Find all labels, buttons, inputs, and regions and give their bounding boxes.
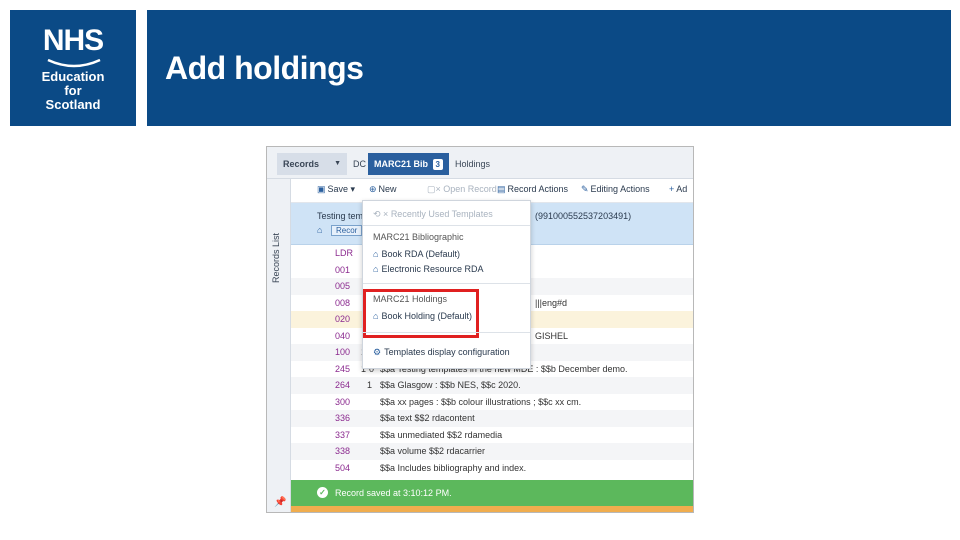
tab-records[interactable]: Records ▼ (277, 153, 347, 175)
save-button[interactable]: ▣ Save ▾ (317, 184, 355, 195)
electronic-resource-label: Electronic Resource RDA (381, 264, 484, 274)
top-tabs: Records ▼ DC MARC21 Bib 3 Holdings (267, 147, 693, 179)
chevron-down-icon: ▼ (334, 160, 341, 167)
gear-icon: ⚙ (373, 347, 382, 357)
new-label: New (378, 184, 397, 194)
status-accent-strip (291, 506, 693, 512)
open-record-button[interactable]: ▢× Open Record (427, 184, 497, 195)
marc-tag: 100 (335, 347, 351, 357)
marc-text: $$a Includes bibliography and index. (380, 462, 527, 473)
book-rda-label: Book RDA (Default) (381, 249, 460, 259)
add-label: Ad (676, 184, 688, 194)
alma-screenshot: Records ▼ DC MARC21 Bib 3 Holdings Record… (266, 146, 694, 513)
record-title: Testing tem (317, 211, 364, 221)
templates-config-label: Templates display configuration (384, 347, 510, 357)
tab-count-badge: 3 (432, 159, 443, 170)
logo-nhs-text: NHS (42, 24, 104, 57)
nhs-logo: NHS Education for Scotland (10, 10, 136, 126)
save-label: Save (327, 184, 349, 194)
marc-row[interactable]: 300 $$a xx pages : $$b colour illustratio… (291, 394, 693, 411)
marc-row[interactable]: 338 $$a volume $$2 rdacarrier (291, 443, 693, 460)
marc-tag: 504 (335, 462, 351, 473)
open-record-label: Open Record (443, 184, 497, 194)
check-circle-icon: ✓ (317, 487, 328, 498)
new-dropdown-menu: ⟲ × Recently Used Templates MARC21 Bibli… (362, 200, 531, 369)
list-icon: ▤ (497, 184, 506, 194)
templates-display-configuration[interactable]: ⚙ Templates display configuration (373, 347, 510, 358)
marc-tag: 008 (335, 297, 351, 308)
marc-tag: 020 (335, 314, 351, 324)
marc-tag: 336 (335, 413, 351, 423)
menu-divider (363, 225, 530, 226)
record-actions-menu[interactable]: ▤ Record Actions (497, 184, 568, 195)
tab-marc-label: MARC21 Bib (374, 159, 429, 169)
marc-tag: 040 (335, 330, 351, 341)
tab-marc21-bib[interactable]: MARC21 Bib 3 (368, 153, 449, 175)
marc-tag: 001 (335, 264, 351, 275)
marc-text: $$a text $$2 rdacontent (380, 413, 475, 423)
menu-item-electronic-resource[interactable]: ⌂ Electronic Resource RDA (373, 264, 483, 274)
marc-row[interactable]: 336 $$a text $$2 rdacontent (291, 410, 693, 427)
home-icon: ⌂ (373, 249, 379, 259)
marc-row[interactable]: 337 $$a unmediated $$2 rdamedia (291, 427, 693, 444)
marc-tag: LDR (335, 248, 354, 258)
marc-ind2: 1 (367, 380, 373, 390)
marc-text: $$a volume $$2 rdacarrier (380, 446, 486, 456)
menu-divider (363, 332, 530, 333)
open-icon: ▢ (427, 184, 436, 194)
tab-holdings[interactable]: Holdings (449, 153, 496, 175)
marc-text: $$a xx pages : $$b colour illustrations … (380, 396, 582, 407)
marc-text: $$a Glasgow : $$b NES, $$c 2020. (380, 380, 521, 390)
record-actions-label: Record Actions (507, 184, 569, 194)
marc-tag: 338 (335, 446, 351, 456)
pin-icon[interactable]: 📌 (274, 497, 286, 508)
tab-records-label: Records (283, 159, 320, 169)
records-list-sidebar[interactable]: Records List 📌 (267, 179, 291, 512)
recently-used-label: Recently Used Templates (390, 209, 493, 219)
pencil-icon: ✎ (581, 184, 589, 194)
record-id: (991000552537203491) (535, 211, 632, 221)
marc-row[interactable]: 264 1 $$a Glasgow : $$b NES, $$c 2020. (291, 377, 693, 394)
logo-line-2: for (64, 83, 82, 98)
marc-tag: 300 (335, 396, 351, 407)
editing-actions-menu[interactable]: ✎ Editing Actions (581, 184, 650, 195)
menu-group-bibliographic: MARC21 Bibliographic (373, 232, 464, 242)
marc-tag: 005 (335, 281, 351, 291)
save-icon: ▣ (317, 184, 326, 194)
menu-divider (363, 283, 530, 284)
add-menu[interactable]: + Ad (669, 184, 687, 194)
plus-circle-icon: ⊕ (369, 184, 377, 194)
marc-text: GISHEL (535, 330, 569, 341)
plus-icon: + (669, 184, 675, 194)
records-list-label: Records List (271, 232, 281, 283)
logo-swoosh-icon (47, 58, 101, 68)
marc-tag: 337 (335, 429, 351, 440)
status-bar: ✓ Record saved at 3:10:12 PM. (291, 480, 693, 506)
marc-tag: 264 (335, 380, 351, 390)
marc-text: |||eng#d (535, 297, 568, 308)
marc-row[interactable]: 504 $$a Includes bibliography and index. (291, 460, 693, 477)
status-message: Record saved at 3:10:12 PM. (335, 488, 452, 498)
marc-text: $$a unmediated $$2 rdamedia (380, 429, 503, 440)
new-button[interactable]: ⊕ New (369, 184, 397, 195)
home-icon[interactable]: ⌂ (317, 225, 322, 235)
marc-tag: 245 (335, 363, 351, 374)
logo-line-1: Education (41, 69, 105, 84)
logo-line-3: Scotland (45, 97, 101, 112)
home-icon: ⌂ (373, 264, 379, 274)
slide-title: Add holdings (165, 50, 364, 86)
title-banner: Add holdings (147, 10, 951, 126)
highlight-box (363, 289, 479, 338)
history-icon: ⟲ (373, 209, 381, 219)
recently-used-templates[interactable]: ⟲ × Recently Used Templates (373, 209, 493, 220)
menu-item-book-rda[interactable]: ⌂ Book RDA (Default) (373, 249, 460, 259)
editing-actions-label: Editing Actions (590, 184, 650, 194)
record-view-tab[interactable]: Recor (331, 225, 363, 236)
